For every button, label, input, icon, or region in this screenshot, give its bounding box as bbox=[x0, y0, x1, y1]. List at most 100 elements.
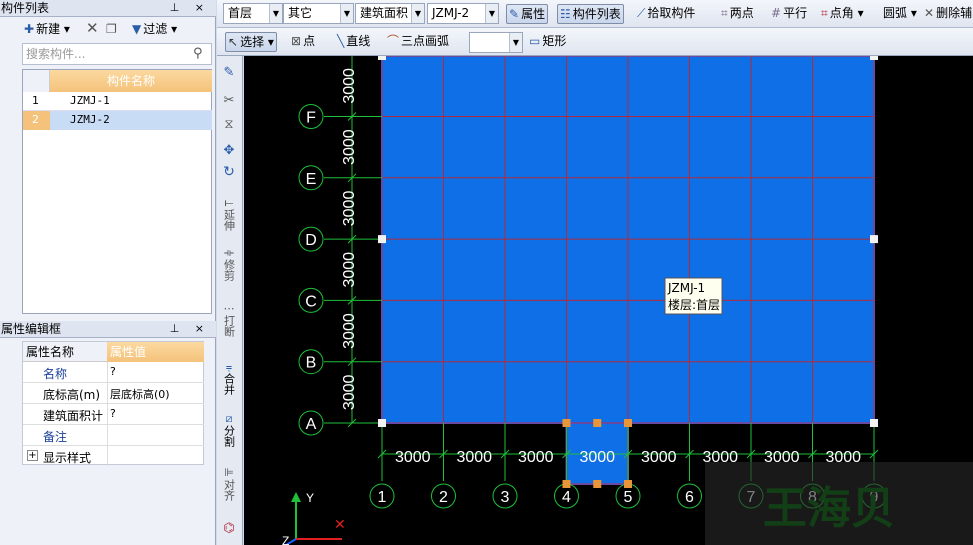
arc-icon: ⌒ bbox=[387, 34, 400, 48]
rectangle-button[interactable]: ▭ 矩形 bbox=[527, 32, 568, 52]
point-angle-button[interactable]: ⌗ 点角 ▾ bbox=[819, 4, 866, 24]
edit-sidebar: ✎ ✂ ⧖ ✥ ↻ ⟝ 延伸 ⟛ 修剪 ⋯ 打断 ⩦ 合并 ⧄ 分割 ⊫ 对齐 ⌬ bbox=[217, 56, 243, 545]
axis-label-col: 6 bbox=[685, 489, 694, 506]
grip-handle bbox=[593, 480, 602, 488]
property-row[interactable]: + 显示样式 bbox=[23, 446, 204, 466]
ucs-z-label: Z bbox=[282, 534, 289, 545]
pick-component-button[interactable]: ⟋ 拾取构件 bbox=[635, 4, 697, 24]
category-select[interactable]: 其它 ▼ bbox=[283, 3, 354, 24]
properties-button[interactable]: ✎ 属性 bbox=[506, 4, 549, 24]
arc-mode-select[interactable]: ▼ bbox=[469, 32, 523, 53]
axis-label-col: 2 bbox=[439, 489, 448, 506]
dimension-text: 3000 bbox=[395, 449, 431, 466]
pin-close-icons[interactable]: ⊥ × bbox=[170, 321, 210, 337]
grip-handle bbox=[624, 419, 632, 427]
point-angle-icon: ⌗ bbox=[821, 6, 828, 20]
axis-label-col: 1 bbox=[378, 489, 387, 506]
component-list-title: 构件列表 bbox=[1, 1, 50, 15]
grip-handle bbox=[624, 480, 632, 488]
parallel-button[interactable]: # 平行 bbox=[769, 4, 809, 24]
floor-select[interactable]: 首层 ▼ bbox=[223, 3, 283, 24]
grip-handle bbox=[870, 235, 878, 244]
grip-handle bbox=[562, 480, 571, 488]
line-icon: ╲ bbox=[337, 34, 345, 48]
dimension-text: 3000 bbox=[341, 374, 358, 410]
new-button[interactable]: ✚ 新建 ▾ bbox=[24, 19, 70, 39]
draw-toolbar: ↖ 选择 ▾ ⊠ 点 ╲ 直线 ⌒ 三点画弧 ▼ ▭ 矩形 bbox=[217, 28, 973, 56]
property-row[interactable]: 底标高(m) 层底标高(0) bbox=[23, 383, 204, 404]
table-row[interactable]: 1 JZMJ-1 bbox=[23, 92, 212, 111]
axis-label-col: 3 bbox=[501, 489, 510, 506]
point-button[interactable]: ⊠ 点 bbox=[289, 32, 317, 52]
tooltip-floor: 楼层:首层 bbox=[668, 297, 720, 312]
scissors-icon[interactable]: ✂ bbox=[217, 94, 241, 107]
search-input[interactable]: 搜索构件... bbox=[22, 43, 212, 65]
align-button[interactable]: ⊫ 对齐 bbox=[217, 466, 241, 504]
offset-icon[interactable]: ⌬ bbox=[217, 522, 241, 535]
delete-aux-button[interactable]: ✕ 删除辅 bbox=[922, 4, 973, 24]
split-button[interactable]: ⧄ 分割 bbox=[217, 412, 241, 450]
table-row-selected[interactable]: 2 JZMJ-2 bbox=[23, 111, 212, 130]
drawing-canvas[interactable]: 123456789FEDCBA3000300030003000300030003… bbox=[244, 56, 973, 545]
arc-button[interactable]: 圆弧 ▾ bbox=[881, 4, 919, 24]
extend-button[interactable]: ⟝ 延伸 bbox=[217, 196, 241, 234]
parallel-icon: # bbox=[771, 6, 782, 20]
dimension-text: 3000 bbox=[579, 449, 615, 466]
watermark-text: 王海贝 bbox=[763, 483, 895, 534]
delete-icon: ✕ bbox=[924, 6, 935, 20]
grip-handle bbox=[378, 419, 386, 427]
filter-icon: ▼ bbox=[132, 22, 142, 36]
copy-icon[interactable]: ❐ bbox=[106, 19, 117, 39]
dimension-text: 3000 bbox=[456, 449, 492, 466]
dimension-text: 3000 bbox=[641, 449, 677, 466]
dimension-text: 3000 bbox=[518, 449, 554, 466]
dimension-text: 3000 bbox=[341, 252, 358, 288]
axis-label-row: B bbox=[306, 355, 317, 372]
property-panel-header: 属性编辑框 ⊥ × bbox=[0, 321, 216, 338]
component-select[interactable]: JZMJ-2 ▼ bbox=[427, 3, 499, 24]
break-button[interactable]: ⋯ 打断 bbox=[217, 302, 241, 340]
dimension-text: 3000 bbox=[341, 191, 358, 227]
search-icon[interactable]: ⚲ bbox=[193, 46, 203, 61]
component-list-button[interactable]: ☷ 构件列表 bbox=[557, 4, 624, 24]
trim-button[interactable]: ⟛ 修剪 bbox=[217, 246, 241, 284]
properties-icon: ✎ bbox=[509, 7, 520, 21]
filter-button[interactable]: ▼ 过滤 ▾ bbox=[132, 19, 177, 39]
property-panel-title: 属性编辑框 bbox=[1, 322, 62, 336]
chevron-down-icon: ▼ bbox=[269, 4, 282, 23]
three-point-arc-button[interactable]: ⌒ 三点画弧 bbox=[385, 32, 451, 52]
type-select[interactable]: 建筑面积 ▼ bbox=[355, 3, 425, 24]
property-table: 属性名称 属性值 名称 ? 底标高(m) 层底标高(0) 建筑面积计 ? 备注 … bbox=[22, 341, 204, 466]
grip-handle bbox=[378, 56, 386, 60]
cursor-icon: ↖ bbox=[228, 35, 239, 49]
property-row[interactable]: 备注 bbox=[23, 425, 204, 446]
expand-icon[interactable]: + bbox=[27, 450, 38, 461]
merge-button[interactable]: ⩦ 合并 bbox=[217, 360, 241, 398]
dimension-text: 3000 bbox=[341, 68, 358, 104]
axis-label-row: A bbox=[306, 416, 317, 433]
move-icon[interactable]: ✥ bbox=[217, 144, 241, 157]
tooltip-name: JZMJ-1 bbox=[667, 281, 705, 295]
two-points-button[interactable]: ⌗ 两点 bbox=[719, 4, 756, 24]
brush-icon[interactable]: ✎ bbox=[217, 66, 241, 79]
rotate-icon[interactable]: ↻ bbox=[217, 165, 241, 179]
dimension-text: 3000 bbox=[341, 313, 358, 349]
axis-label-col: 4 bbox=[562, 489, 571, 506]
delete-icon[interactable]: ✕ bbox=[86, 18, 99, 38]
axis-label-row: D bbox=[305, 232, 317, 249]
point-icon: ⊠ bbox=[291, 34, 302, 48]
line-button[interactable]: ╲ 直线 bbox=[335, 32, 372, 52]
cad-drawing[interactable]: 123456789FEDCBA3000300030003000300030003… bbox=[244, 56, 973, 545]
property-row[interactable]: 名称 ? bbox=[23, 362, 204, 383]
main-toolbar: 首层 ▼ 其它 ▼ 建筑面积 ▼ JZMJ-2 ▼ ✎ 属性 ☷ 构件列表 ⟋ 拾取构件 ⌗ 两… bbox=[217, 0, 973, 28]
grip-handle bbox=[870, 56, 878, 60]
property-col-name: 属性名称 bbox=[23, 342, 107, 362]
select-button[interactable]: ↖ 选择 ▾ bbox=[225, 32, 277, 52]
column-header-name: 构件名称 bbox=[50, 70, 212, 92]
property-row[interactable]: 建筑面积计 ? bbox=[23, 404, 204, 425]
axis-label-row: E bbox=[306, 171, 317, 188]
new-icon: ✚ bbox=[24, 22, 35, 36]
component-table: 构件名称 1 JZMJ-1 2 JZMJ-2 bbox=[22, 69, 212, 314]
pin-close-icons[interactable]: ⊥ × bbox=[170, 0, 210, 16]
mirror-icon[interactable]: ⧖ bbox=[217, 118, 241, 131]
